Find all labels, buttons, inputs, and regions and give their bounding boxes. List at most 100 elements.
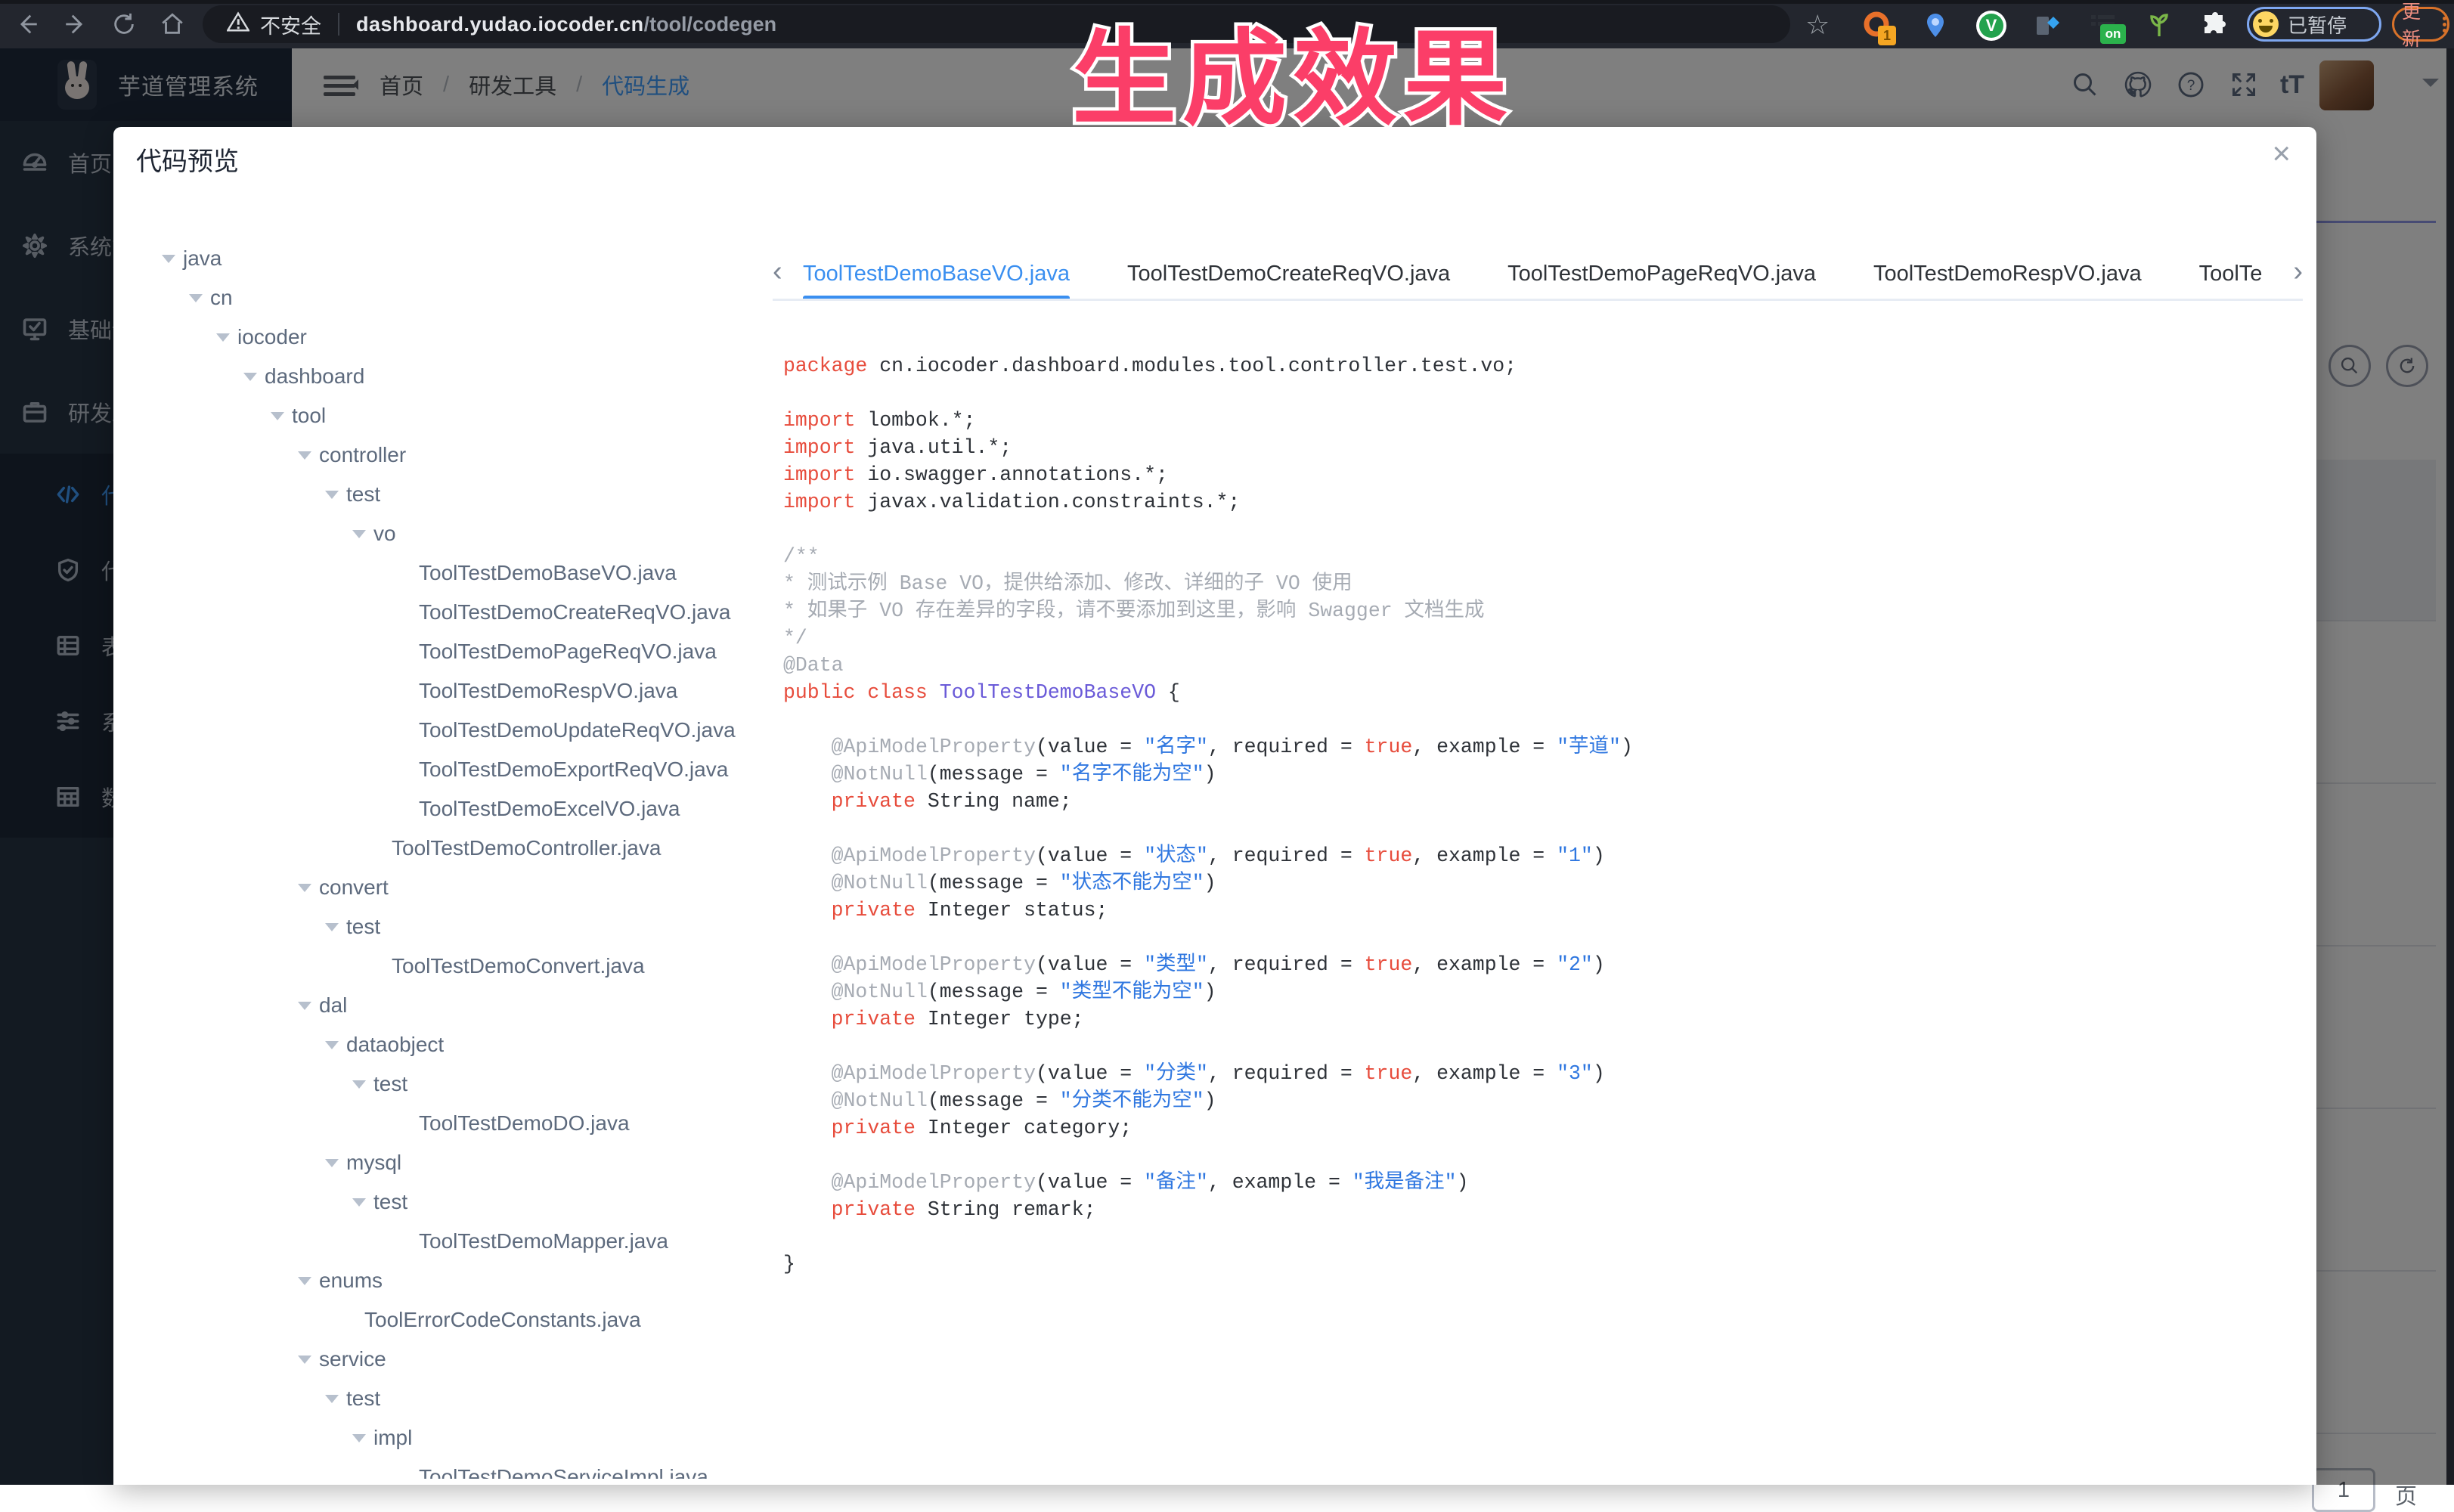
tree-node-label: ToolTestDemoCreateReqVO.java <box>419 600 730 624</box>
caret-down-icon[interactable] <box>352 1427 373 1449</box>
caret-down-icon[interactable] <box>298 1270 319 1292</box>
tree-folder-row[interactable]: service <box>132 1340 774 1379</box>
tree-folder-row[interactable]: test <box>132 1064 774 1104</box>
caret-down-icon[interactable] <box>325 1388 346 1410</box>
tree-node-label: ToolTestDemoController.java <box>392 836 661 860</box>
extension-ring-icon[interactable]: 1 <box>1861 11 1892 41</box>
tree-file-row[interactable]: ToolTestDemoServiceImpl.java <box>132 1458 774 1479</box>
tree-file-row[interactable]: ToolErrorCodeConstants.java <box>132 1300 774 1340</box>
close-icon[interactable]: × <box>2272 138 2291 169</box>
code-line: private String remark; <box>783 1196 2303 1223</box>
tree-file-row[interactable]: ToolTestDemoUpdateReqVO.java <box>132 711 774 750</box>
tree-folder-row[interactable]: cn <box>132 278 774 318</box>
reload-icon[interactable] <box>107 8 141 41</box>
tree-folder-row[interactable]: test <box>132 1379 774 1418</box>
tree-folder-row[interactable]: convert <box>132 868 774 907</box>
tree-node-label: ToolTestDemoPageReqVO.java <box>419 640 717 664</box>
tab-file[interactable]: ToolTestDemoCreateReqVO.java <box>1127 246 1450 301</box>
code-line <box>783 1033 2303 1060</box>
tabs-scroll-right-icon[interactable]: › <box>2293 256 2303 288</box>
code-line <box>783 924 2303 951</box>
extension-list-icon[interactable]: on <box>2088 11 2118 41</box>
tree-file-row[interactable]: ToolTestDemoMapper.java <box>132 1222 774 1261</box>
forward-icon[interactable] <box>59 8 92 41</box>
tab-file[interactable]: ToolTestDemoRespVO.java <box>1873 246 2142 301</box>
caret-down-icon[interactable] <box>352 1074 373 1095</box>
code-line <box>783 1223 2303 1250</box>
code-line: private Integer status; <box>783 897 2303 924</box>
tree-node-label: test <box>346 482 380 507</box>
tree-folder-row[interactable]: mysql <box>132 1143 774 1182</box>
caret-down-icon[interactable] <box>352 1191 373 1213</box>
tree-folder-row[interactable]: test <box>132 907 774 947</box>
extension-on-badge: on <box>2100 24 2126 44</box>
tree-file-row[interactable]: ToolTestDemoController.java <box>132 829 774 868</box>
code-line <box>783 1142 2303 1169</box>
tree-node-label: dal <box>319 993 347 1018</box>
tree-node-label: impl <box>373 1426 412 1450</box>
tab-file[interactable]: ToolTestDemoBaseVO.java <box>803 246 1070 301</box>
tree-folder-row[interactable]: impl <box>132 1418 774 1458</box>
tree-node-label: controller <box>319 443 406 467</box>
caret-down-icon[interactable] <box>298 877 319 899</box>
tree-file-row[interactable]: ToolTestDemoBaseVO.java <box>132 553 774 593</box>
caret-down-icon[interactable] <box>325 916 346 938</box>
tree-node-label: ToolTestDemoMapper.java <box>419 1229 668 1253</box>
tree-folder-row[interactable]: dataobject <box>132 1025 774 1064</box>
caret-down-icon[interactable] <box>162 248 183 270</box>
extension-plant-icon[interactable] <box>2144 11 2174 41</box>
tree-file-row[interactable]: ToolTestDemoConvert.java <box>132 947 774 986</box>
tree-folder-row[interactable]: vo <box>132 514 774 553</box>
caret-down-icon[interactable] <box>325 1034 346 1056</box>
browser-scrollbar-track[interactable] <box>2446 48 2454 1485</box>
extension-diamond-icon[interactable] <box>2032 11 2062 41</box>
tree-node-label: ToolTestDemoServiceImpl.java <box>419 1465 708 1479</box>
extension-v-icon[interactable]: V <box>1976 11 2006 41</box>
tree-file-row[interactable]: ToolTestDemoPageReqVO.java <box>132 632 774 671</box>
tree-node-label: enums <box>319 1269 383 1293</box>
caret-down-icon[interactable] <box>271 405 292 427</box>
caret-down-icon[interactable] <box>352 523 373 545</box>
tree-node-label: test <box>346 915 380 939</box>
extensions-puzzle-icon[interactable] <box>2200 11 2230 41</box>
home-icon[interactable] <box>156 8 189 41</box>
tree-folder-row[interactable]: dal <box>132 986 774 1025</box>
tree-folder-row[interactable]: tool <box>132 396 774 435</box>
menu-kebab-icon[interactable] <box>2443 14 2447 35</box>
back-icon[interactable] <box>11 8 44 41</box>
caret-down-icon[interactable] <box>325 1152 346 1174</box>
extension-pin-icon[interactable] <box>1920 11 1950 41</box>
code-line: @NotNull(message = "类型不能为空") <box>783 978 2303 1005</box>
caret-down-icon[interactable] <box>298 995 319 1017</box>
tab-file[interactable]: ToolTe <box>2199 246 2263 301</box>
bookmark-star-icon[interactable]: ☆ <box>1805 9 1830 41</box>
caret-down-icon[interactable] <box>216 327 237 349</box>
tabs-scroll-left-icon[interactable]: ‹ <box>773 256 782 288</box>
tree-node-label: ToolTestDemoDO.java <box>419 1111 630 1136</box>
tree-node-label: test <box>373 1190 407 1214</box>
caret-down-icon[interactable] <box>298 1349 319 1371</box>
tree-folder-row[interactable]: test <box>132 1182 774 1222</box>
tree-file-row[interactable]: ToolTestDemoExcelVO.java <box>132 789 774 829</box>
tree-file-row[interactable]: ToolTestDemoCreateReqVO.java <box>132 593 774 632</box>
tree-folder-row[interactable]: enums <box>132 1261 774 1300</box>
file-tree: javacniocoderdashboardtool controller test… <box>132 239 774 1479</box>
browser-update-button[interactable]: 更新 <box>2392 7 2449 42</box>
profile-paused-pill[interactable]: 已暂停 <box>2247 7 2381 42</box>
caret-down-icon[interactable] <box>243 366 265 388</box>
code-line: import javax.validation.constraints.*; <box>783 488 2303 516</box>
tree-folder-row[interactable]: test <box>132 475 774 514</box>
tree-folder-row[interactable]: java <box>132 239 774 278</box>
tree-folder-row[interactable]: dashboard <box>132 357 774 396</box>
caret-down-icon[interactable] <box>189 287 210 309</box>
code-line <box>783 706 2303 733</box>
tree-file-row[interactable]: ToolTestDemoDO.java <box>132 1104 774 1143</box>
tree-node-label: vo <box>373 522 396 546</box>
caret-down-icon[interactable] <box>298 445 319 466</box>
tree-file-row[interactable]: ToolTestDemoExportReqVO.java <box>132 750 774 789</box>
tree-file-row[interactable]: ToolTestDemoRespVO.java <box>132 671 774 711</box>
tree-folder-row[interactable]: controller <box>132 435 774 475</box>
caret-down-icon[interactable] <box>325 484 346 506</box>
tree-folder-row[interactable]: iocoder <box>132 318 774 357</box>
tab-file[interactable]: ToolTestDemoPageReqVO.java <box>1507 246 1816 301</box>
